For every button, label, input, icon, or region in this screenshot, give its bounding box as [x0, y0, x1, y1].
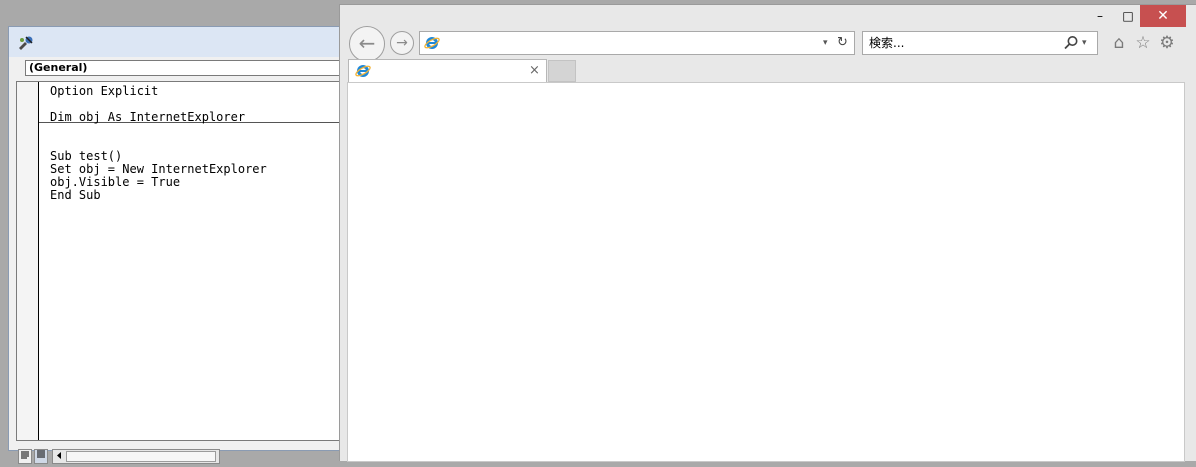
code-line[interactable]: End Sub — [50, 189, 101, 202]
search-input[interactable] — [869, 34, 1049, 52]
horizontal-scrollbar[interactable] — [52, 449, 220, 464]
code-bottom-bar — [16, 449, 346, 467]
new-tab-button[interactable] — [548, 60, 576, 82]
close-button[interactable]: ✕ — [1140, 5, 1186, 27]
gear-icon[interactable]: ⚙ — [1157, 33, 1177, 53]
vba-title-bar[interactable] — [9, 27, 347, 57]
procedure-combo[interactable]: (General) — [25, 60, 355, 76]
full-module-view-button[interactable] — [34, 449, 48, 464]
back-arrow-icon: ← — [358, 31, 376, 55]
scroll-left-arrow-icon[interactable] — [53, 450, 65, 463]
address-dropdown-icon[interactable]: ▾ — [823, 34, 828, 52]
code-margin-indicator-bar[interactable] — [17, 82, 39, 440]
browser-tab[interactable]: × — [348, 59, 547, 82]
page-content-area[interactable] — [347, 82, 1185, 462]
search-icon[interactable] — [1063, 35, 1079, 51]
forward-button[interactable]: → — [390, 31, 414, 55]
back-button[interactable]: ← — [349, 26, 385, 62]
vba-editor-icon — [17, 35, 35, 51]
ie-tab-icon — [355, 63, 371, 79]
code-line[interactable]: Dim obj As InternetExplorer — [50, 111, 245, 124]
favorites-star-icon[interactable]: ☆ — [1133, 33, 1153, 53]
procedure-view-button[interactable] — [18, 449, 32, 464]
search-dropdown-icon[interactable]: ▾ — [1082, 34, 1087, 52]
vba-body: (General) Option Explicit Dim obj As Int… — [9, 57, 359, 464]
address-bar[interactable]: ▾ ↻ — [419, 31, 855, 55]
vba-code-window: (General) Option Explicit Dim obj As Int… — [8, 26, 359, 464]
maximize-button[interactable]: □ — [1116, 5, 1140, 27]
close-tab-icon[interactable]: × — [529, 62, 540, 80]
ie-page-icon — [424, 35, 440, 51]
home-icon[interactable]: ⌂ — [1109, 33, 1129, 53]
forward-arrow-icon: → — [396, 35, 408, 51]
minimize-button[interactable]: – — [1088, 5, 1112, 27]
code-line[interactable]: Option Explicit — [50, 85, 158, 98]
scrollbar-thumb[interactable] — [66, 451, 216, 462]
address-input[interactable] — [444, 34, 814, 52]
code-editor[interactable]: Option Explicit Dim obj As InternetExplo… — [16, 81, 359, 441]
search-box[interactable]: ▾ — [862, 31, 1098, 55]
refresh-icon[interactable]: ↻ — [837, 33, 848, 53]
internet-explorer-window: – □ ✕ ← → ▾ ↻ ▾ ⌂ ☆ ⚙ — [339, 4, 1196, 462]
